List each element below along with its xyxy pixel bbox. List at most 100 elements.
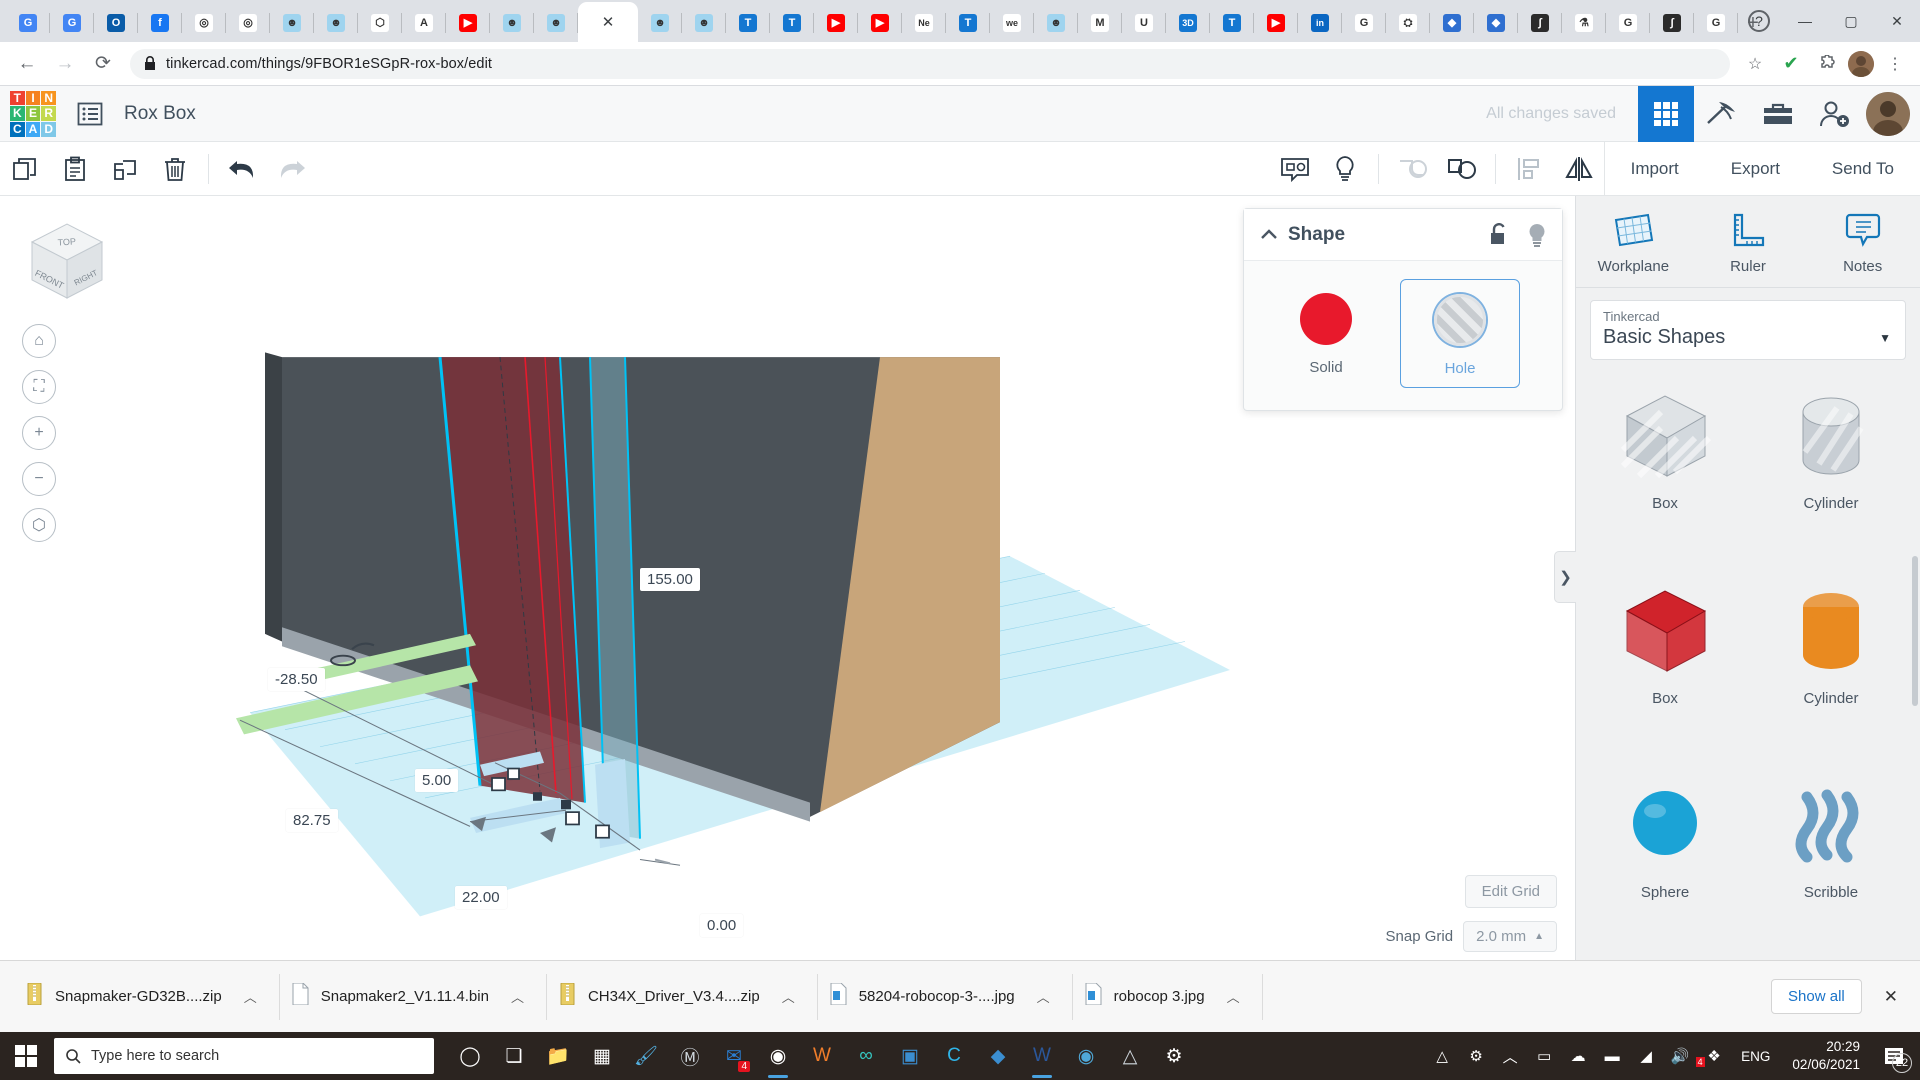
action-center-icon[interactable]: 22	[1874, 1032, 1914, 1080]
gallery-icon[interactable]	[1750, 86, 1806, 142]
align-icon[interactable]	[1504, 142, 1554, 196]
3d-canvas[interactable]: TOP FRONT RIGHT ⌂ ⛶ + − ⬡ 155.00 -28.50 5.…	[0, 196, 1575, 960]
browser-tab[interactable]: we	[990, 4, 1034, 42]
edge-icon[interactable]: ◉	[1064, 1032, 1108, 1080]
browser-tab[interactable]: ☻	[682, 4, 726, 42]
hammer-icon[interactable]	[1694, 86, 1750, 142]
redo-icon[interactable]	[267, 142, 317, 196]
shape-item-box[interactable]: Box	[1582, 571, 1748, 727]
shape-item-scribble[interactable]: Scribble	[1748, 765, 1914, 921]
word-icon[interactable]: W	[1020, 1032, 1064, 1080]
active-browser-tab[interactable]: ✕	[578, 2, 638, 42]
download-item[interactable]: Snapmaker2_V1.11.4.bin ︿	[280, 973, 547, 1020]
download-item[interactable]: 58204-robocop-3-....jpg ︿	[818, 973, 1073, 1020]
solid-option[interactable]: Solid	[1266, 279, 1386, 388]
language-indicator[interactable]: ENG	[1733, 1032, 1778, 1080]
edit-grid-button[interactable]: Edit Grid	[1464, 875, 1557, 908]
panel-collapse-toggle[interactable]: ❯	[1554, 551, 1576, 603]
fit-view-icon[interactable]: ⛶	[22, 370, 56, 404]
download-item[interactable]: robocop 3.jpg ︿	[1073, 973, 1263, 1020]
browser-tab[interactable]: ⚗	[1562, 4, 1606, 42]
unlock-icon[interactable]	[1488, 222, 1510, 247]
notes-button[interactable]: Notes	[1805, 210, 1920, 275]
dimension-label[interactable]: 5.00	[415, 769, 459, 792]
delete-icon[interactable]	[150, 142, 200, 196]
browser-tab[interactable]: U	[1122, 4, 1166, 42]
download-item[interactable]: Snapmaker-GD32B....zip ︿	[14, 973, 280, 1020]
browser-tab[interactable]: O	[94, 4, 138, 42]
paste-icon[interactable]	[50, 142, 100, 196]
browser-tab[interactable]: T	[946, 4, 990, 42]
task-view-icon[interactable]: ❏	[492, 1032, 536, 1080]
browser-tab[interactable]: ☻	[314, 4, 358, 42]
shape-panel-scrollbar[interactable]	[1912, 556, 1918, 706]
download-menu-caret-icon[interactable]: ︿	[1037, 987, 1050, 1006]
undo-icon[interactable]	[217, 142, 267, 196]
ruler-button[interactable]: Ruler	[1691, 210, 1806, 275]
zoom-out-icon[interactable]: −	[22, 462, 56, 496]
settings-tray-icon[interactable]: ⚙	[1459, 1032, 1493, 1080]
paint-icon[interactable]: 🖌	[624, 1032, 668, 1080]
download-item[interactable]: CH34X_Driver_V3.4....zip ︿	[547, 973, 818, 1020]
search-input[interactable]: Type here to search	[54, 1038, 434, 1074]
wifi-tray-icon[interactable]: ◢	[1629, 1032, 1663, 1080]
chevron-down-icon[interactable]: ▼	[1879, 331, 1891, 345]
add-person-icon[interactable]	[1806, 86, 1862, 142]
cortana-icon[interactable]: ◯	[448, 1032, 492, 1080]
puzzle-extension-icon[interactable]	[1812, 49, 1842, 79]
microsoft-store-icon[interactable]: ▦	[580, 1032, 624, 1080]
download-menu-caret-icon[interactable]: ︿	[782, 987, 795, 1006]
dimension-label[interactable]: -28.50	[268, 668, 325, 691]
browser-tab[interactable]: ☻	[270, 4, 314, 42]
solid-color-swatch[interactable]	[1300, 293, 1352, 345]
workplane-button[interactable]: Workplane	[1576, 210, 1691, 275]
camera-icon[interactable]: ▣	[888, 1032, 932, 1080]
show-hidden-icons-chevron[interactable]: ︿	[1493, 1032, 1527, 1080]
battery-tray-icon[interactable]: ▬	[1595, 1032, 1629, 1080]
home-view-icon[interactable]: ⌂	[22, 324, 56, 358]
browser-tab[interactable]: G	[1606, 4, 1650, 42]
browser-tab[interactable]: ☻	[490, 4, 534, 42]
browser-tab[interactable]: ◆	[1474, 4, 1518, 42]
browser-tab[interactable]: ☻	[1034, 4, 1078, 42]
export-button[interactable]: Export	[1705, 142, 1806, 196]
browser-tab[interactable]: T	[726, 4, 770, 42]
browser-tab[interactable]: ◆	[1430, 4, 1474, 42]
download-menu-caret-icon[interactable]: ︿	[1227, 987, 1240, 1006]
volume-tray-icon[interactable]: 🔊	[1663, 1032, 1697, 1080]
window-close-button[interactable]: ✕	[1874, 0, 1920, 42]
project-title[interactable]: Rox Box	[124, 103, 196, 125]
browser-tab[interactable]: in	[1298, 4, 1342, 42]
browser-tab[interactable]: ∫	[1518, 4, 1562, 42]
browser-tab[interactable]: ☻	[534, 4, 578, 42]
autodesk-tray-icon[interactable]: △	[1425, 1032, 1459, 1080]
shape-item-sphere[interactable]: Sphere	[1582, 765, 1748, 921]
zoom-in-icon[interactable]: +	[22, 416, 56, 450]
profile-avatar[interactable]	[1848, 50, 1874, 77]
dimension-label[interactable]: 82.75	[286, 809, 338, 832]
browser-tab[interactable]: A	[402, 4, 446, 42]
c-app-icon[interactable]: C	[932, 1032, 976, 1080]
window-help-button[interactable]: ?	[1736, 0, 1782, 42]
browser-tab[interactable]: G	[50, 4, 94, 42]
tinkercad-logo[interactable]: TIN KER CAD	[10, 90, 56, 137]
browser-tab[interactable]: 3D	[1166, 4, 1210, 42]
file-explorer-icon[interactable]: 📁	[536, 1032, 580, 1080]
onedrive-tray-icon[interactable]: ☁	[1561, 1032, 1595, 1080]
browser-tab[interactable]: ▶	[858, 4, 902, 42]
infinity-icon[interactable]: ∞	[844, 1032, 888, 1080]
project-list-button[interactable]	[70, 94, 110, 134]
light-bulb-icon[interactable]	[1320, 142, 1370, 196]
collapse-caret-icon[interactable]	[1258, 224, 1280, 246]
browser-tab[interactable]: ⬡	[358, 4, 402, 42]
import-button[interactable]: Import	[1605, 142, 1705, 196]
chrome-icon[interactable]: ◉	[756, 1032, 800, 1080]
avatar[interactable]	[1866, 91, 1910, 136]
browser-tab[interactable]: ▶	[814, 4, 858, 42]
browser-tab[interactable]: T	[1210, 4, 1254, 42]
browser-tab[interactable]: ▶	[1254, 4, 1298, 42]
send-to-button[interactable]: Send To	[1806, 142, 1920, 196]
dropbox-tray-icon[interactable]: ❖ 4	[1695, 1032, 1731, 1080]
grid-view-icon[interactable]	[1638, 85, 1694, 142]
browser-tab[interactable]: ◎	[182, 4, 226, 42]
